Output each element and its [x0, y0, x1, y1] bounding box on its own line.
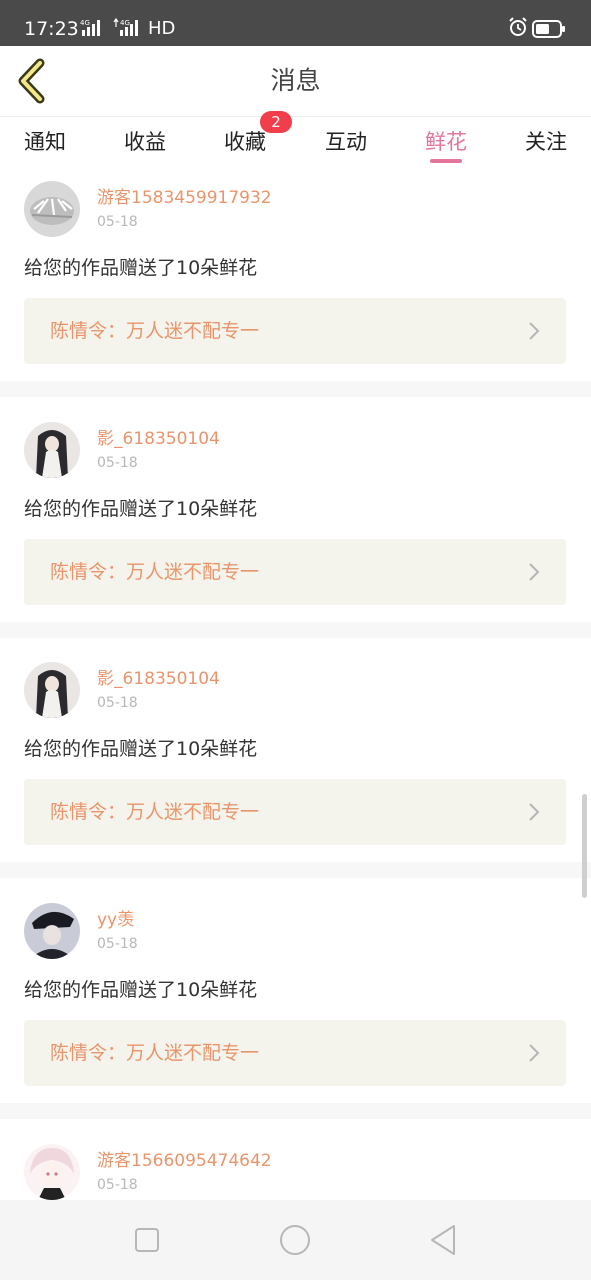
battery-icon: [532, 20, 565, 38]
message-date: 05-18: [97, 455, 138, 471]
work-title: 陈情令：万人迷不配专一: [50, 561, 260, 583]
status-time: 17:23: [24, 18, 79, 40]
message-date: 05-18: [97, 214, 138, 230]
list-item: yy羡 05-18 给您的作品赠送了10朵鲜花 陈情令：万人迷不配专一: [0, 878, 591, 1103]
hd-indicator: HD: [148, 18, 176, 39]
active-tab-indicator: [430, 159, 462, 163]
svg-text:4G: 4G: [80, 19, 90, 27]
avatar[interactable]: [24, 662, 80, 718]
message-date: 05-18: [97, 1177, 138, 1193]
tab-flowers[interactable]: 鲜花: [425, 127, 467, 157]
message-date: 05-18: [97, 695, 138, 711]
work-link[interactable]: 陈情令：万人迷不配专一: [24, 1020, 566, 1086]
tab-earnings[interactable]: 收益: [124, 127, 166, 157]
avatar[interactable]: [24, 1144, 80, 1200]
status-bar: 17:23 4G 4G HD: [0, 0, 591, 46]
work-title: 陈情令：万人迷不配专一: [50, 801, 260, 823]
signal-icon: 4G: [113, 18, 138, 36]
signal-icon: 4G: [80, 19, 100, 36]
work-title: 陈情令：万人迷不配专一: [50, 1042, 260, 1064]
tab-following[interactable]: 关注: [525, 127, 567, 157]
chevron-right-icon: [529, 803, 540, 821]
chevron-right-icon: [529, 322, 540, 340]
list-item: 影_618350104 05-18 给您的作品赠送了10朵鲜花 陈情令：万人迷不…: [0, 638, 591, 862]
list-item: 游客1583459917932 05-18 给您的作品赠送了10朵鲜花 陈情令：…: [0, 169, 591, 381]
list-item: 影_618350104 05-18 给您的作品赠送了10朵鲜花 陈情令：万人迷不…: [0, 397, 591, 622]
work-link[interactable]: 陈情令：万人迷不配专一: [24, 539, 566, 605]
triangle-back-icon[interactable]: [426, 1222, 460, 1258]
list-item: 游客1566095474642 05-18: [0, 1119, 591, 1200]
username[interactable]: 游客1583459917932: [97, 187, 272, 209]
chevron-right-icon: [529, 1044, 540, 1062]
message-text: 给您的作品赠送了10朵鲜花: [24, 979, 258, 1001]
system-nav-bar: [0, 1200, 591, 1280]
chevron-right-icon: [529, 563, 540, 581]
work-link[interactable]: 陈情令：万人迷不配专一: [24, 298, 566, 364]
avatar[interactable]: [24, 422, 80, 478]
username[interactable]: 影_618350104: [97, 668, 220, 690]
username[interactable]: 影_618350104: [97, 428, 220, 450]
unread-badge: 2: [260, 111, 292, 133]
circle-home-icon[interactable]: [278, 1222, 312, 1258]
tab-notifications[interactable]: 通知: [24, 127, 66, 157]
alarm-clock-icon: [509, 17, 527, 36]
tab-favorites[interactable]: 收藏: [224, 127, 266, 157]
svg-text:4G: 4G: [120, 19, 130, 27]
message-list[interactable]: 游客1583459917932 05-18 给您的作品赠送了10朵鲜花 陈情令：…: [0, 169, 591, 1200]
message-text: 给您的作品赠送了10朵鲜花: [24, 257, 258, 279]
username[interactable]: 游客1566095474642: [97, 1150, 272, 1172]
work-link[interactable]: 陈情令：万人迷不配专一: [24, 779, 566, 845]
page-title: 消息: [270, 66, 321, 95]
header-bar: 消息: [0, 46, 591, 117]
square-recent-apps-icon[interactable]: [130, 1222, 164, 1258]
avatar[interactable]: [24, 903, 80, 959]
tab-bar: 通知 收益 收藏 互动 鲜花 关注: [0, 117, 591, 169]
message-date: 05-18: [97, 936, 138, 952]
scrollbar[interactable]: [582, 794, 587, 898]
username[interactable]: yy羡: [97, 909, 134, 931]
message-text: 给您的作品赠送了10朵鲜花: [24, 498, 258, 520]
avatar[interactable]: [24, 181, 80, 237]
work-title: 陈情令：万人迷不配专一: [50, 320, 260, 342]
message-text: 给您的作品赠送了10朵鲜花: [24, 738, 258, 760]
tab-interactions[interactable]: 互动: [325, 127, 367, 157]
